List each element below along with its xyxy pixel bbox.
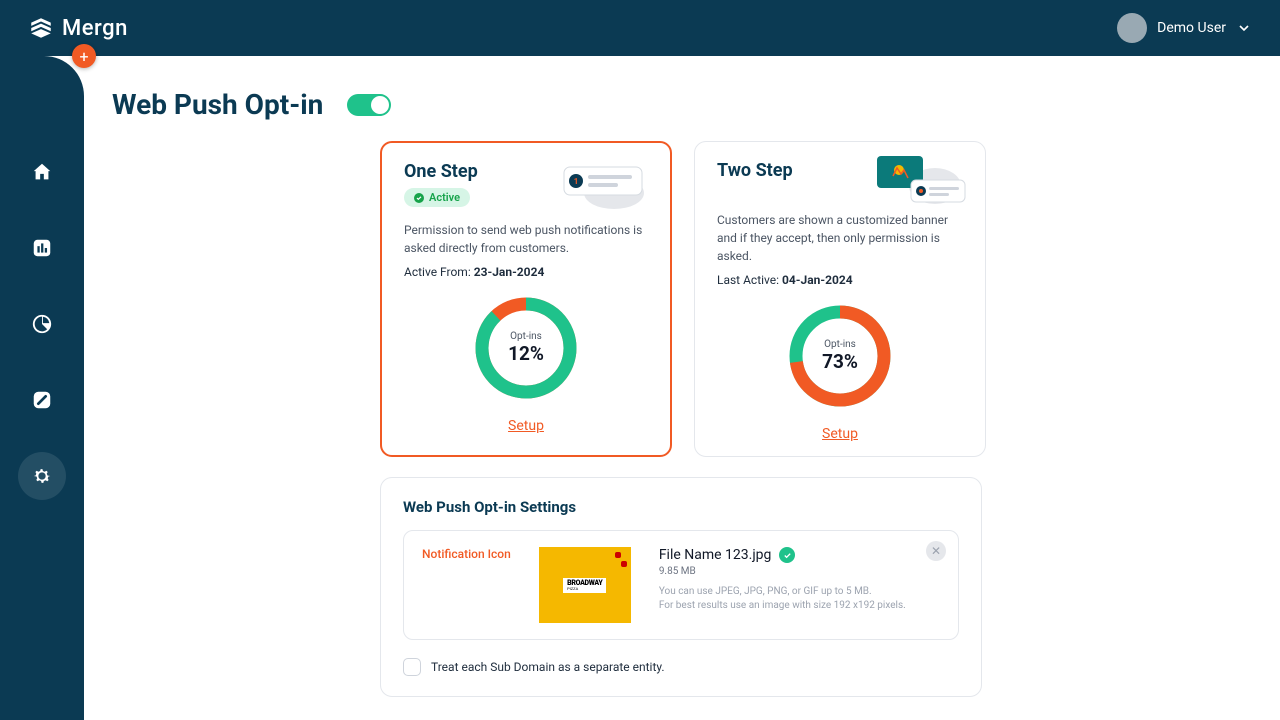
- feature-toggle[interactable]: [347, 94, 391, 116]
- settings-title: Web Push Opt-in Settings: [403, 498, 959, 516]
- notification-icon-box: Notification Icon BROADWAYPIZZA File Nam…: [403, 530, 959, 640]
- card-one-donut: Opt-ins 12%: [471, 293, 581, 403]
- nav-home[interactable]: [26, 156, 58, 188]
- bar-chart-icon: [31, 237, 53, 259]
- logo-icon: [28, 15, 54, 41]
- gear-icon: [31, 465, 53, 487]
- settings-panel: Web Push Opt-in Settings Notification Ic…: [380, 477, 982, 697]
- subdomain-checkbox[interactable]: [403, 658, 421, 676]
- card-one-meta: Active From: 23-Jan-2024: [404, 265, 648, 279]
- check-circle-icon: [414, 193, 424, 203]
- nav-segments[interactable]: [26, 308, 58, 340]
- card-two-step[interactable]: Two Step Customers are shown a customize…: [694, 141, 986, 457]
- notification-icon-label: Notification Icon: [422, 547, 511, 561]
- page-title: Web Push Opt-in: [112, 88, 323, 121]
- nav-settings[interactable]: [26, 460, 58, 492]
- card-one-desc: Permission to send web push notification…: [404, 221, 648, 257]
- notification-icon-thumbnail[interactable]: BROADWAYPIZZA: [539, 547, 631, 623]
- user-menu[interactable]: Demo User: [1117, 13, 1252, 43]
- brand-name: Mergn: [62, 16, 128, 41]
- card-two-setup-link[interactable]: Setup: [822, 426, 858, 442]
- file-hint: You can use JPEG, JPG, PNG, or GIF up to…: [659, 585, 940, 613]
- nav-campaigns[interactable]: [26, 384, 58, 416]
- top-bar: Mergn Demo User: [0, 0, 1280, 56]
- subdomain-label: Treat each Sub Domain as a separate enti…: [431, 660, 665, 674]
- avatar: [1117, 13, 1147, 43]
- svg-text:1: 1: [574, 177, 579, 186]
- pie-chart-icon: [31, 313, 53, 335]
- file-name: File Name 123.jpg: [659, 547, 772, 563]
- home-icon: [31, 161, 53, 183]
- pill-icon: [31, 389, 53, 411]
- chevron-down-icon: [1236, 20, 1252, 36]
- card-two-desc: Customers are shown a customized banner …: [717, 211, 963, 265]
- logo: Mergn: [28, 15, 128, 41]
- file-size: 9.85 MB: [659, 566, 940, 577]
- card-two-meta: Last Active: 04-Jan-2024: [717, 273, 963, 287]
- file-ok-icon: [779, 547, 795, 563]
- active-badge: Active: [404, 188, 470, 207]
- card-one-illustration: 1: [556, 153, 656, 215]
- sidebar: +: [0, 56, 84, 720]
- card-one-step[interactable]: 1 One Step Active Permission to send web…: [380, 141, 672, 457]
- remove-file-button[interactable]: ✕: [926, 541, 946, 561]
- nav-analytics[interactable]: [26, 232, 58, 264]
- card-two-illustration: [871, 152, 971, 214]
- user-name: Demo User: [1157, 20, 1226, 36]
- main-content: Web Push Opt-in 1 One Step Active Permis…: [84, 56, 1280, 720]
- card-two-donut: Opt-ins 73%: [785, 301, 895, 411]
- card-one-setup-link[interactable]: Setup: [508, 418, 544, 434]
